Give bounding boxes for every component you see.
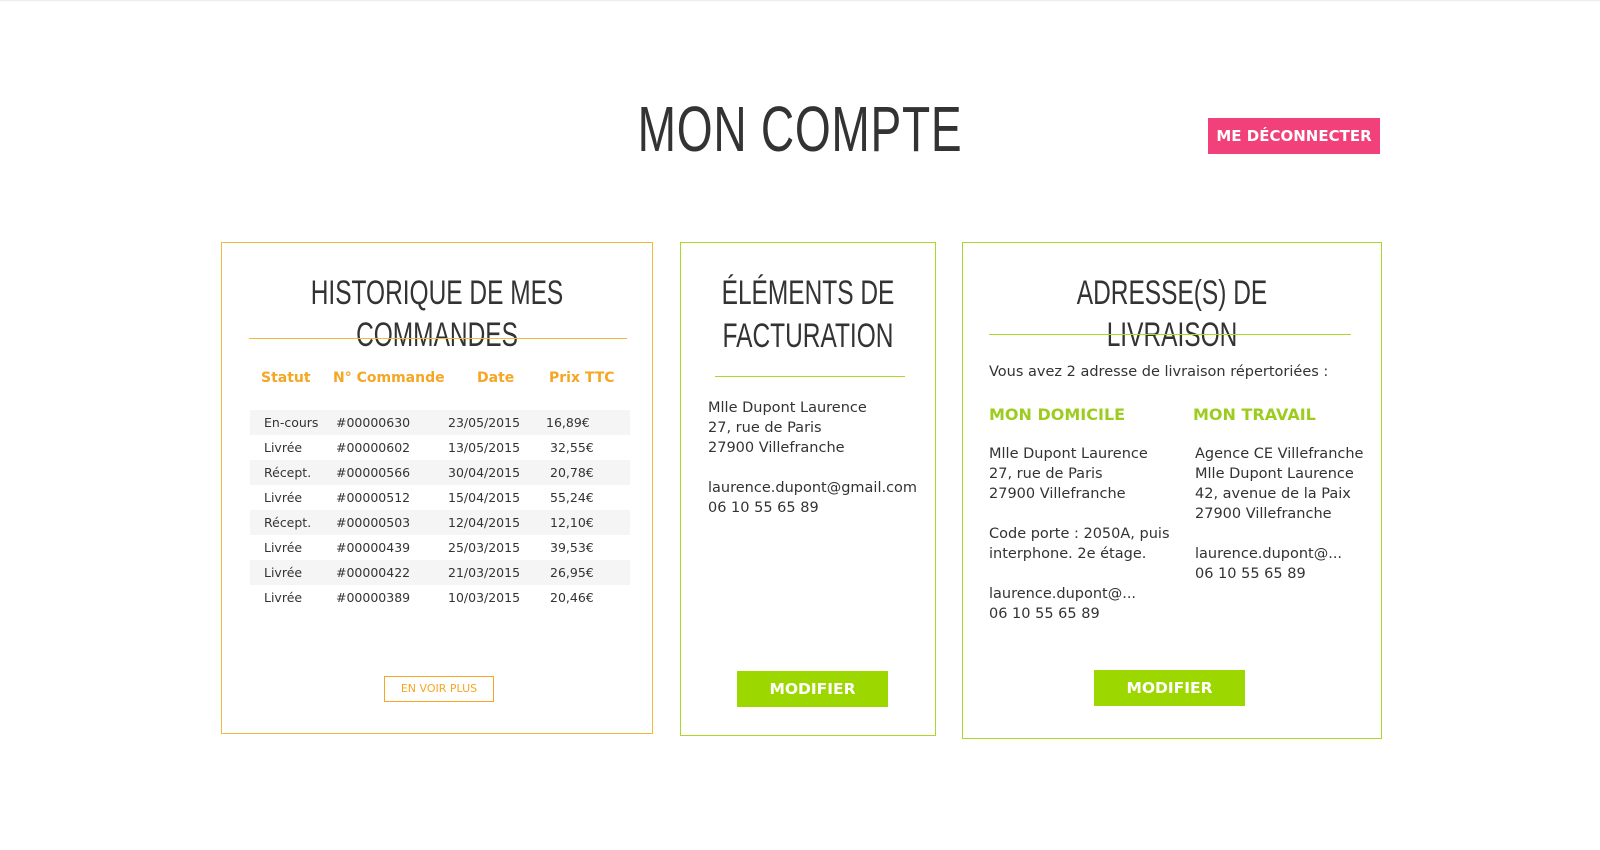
work-company: Agence CE Villefranche bbox=[1195, 446, 1364, 462]
order-row[interactable]: En-cours #00000630 23/05/2015 16,89€ bbox=[250, 410, 630, 435]
home-email: laurence.dupont@... bbox=[989, 586, 1137, 602]
order-row[interactable]: Livrée #00000512 15/04/2015 55,24€ bbox=[250, 485, 630, 510]
order-number: #00000566 bbox=[336, 460, 448, 485]
work-name: Mlle Dupont Laurence bbox=[1195, 466, 1354, 482]
order-row[interactable]: Livrée #00000422 21/03/2015 26,95€ bbox=[250, 560, 630, 585]
delivery-modify-button[interactable]: MODIFIER bbox=[1094, 670, 1245, 706]
home-phone: 06 10 55 65 89 bbox=[989, 606, 1100, 622]
order-row[interactable]: Livrée #00000439 25/03/2015 39,53€ bbox=[250, 535, 630, 560]
home-note-line2: interphone. 2e étage. bbox=[989, 546, 1147, 562]
work-email: laurence.dupont@... bbox=[1195, 546, 1343, 562]
home-street: 27, rue de Paris bbox=[989, 466, 1103, 482]
order-status: Récept. bbox=[250, 510, 336, 535]
order-status: Livrée bbox=[264, 590, 303, 605]
order-date: 12/04/2015 bbox=[448, 510, 546, 535]
order-row[interactable]: Livrée #00000389 10/03/2015 20,46€ bbox=[250, 585, 630, 610]
billing-email: laurence.dupont@gmail.com bbox=[708, 480, 918, 496]
order-price: 12,10€ bbox=[546, 510, 630, 535]
billing-name: Mlle Dupont Laurence bbox=[708, 400, 867, 416]
order-date: 10/03/2015 bbox=[448, 590, 521, 605]
order-price: 55,24€ bbox=[550, 490, 594, 505]
delivery-divider bbox=[989, 334, 1351, 335]
column-header-status: Statut bbox=[261, 370, 311, 386]
page-title: MON COMPTE bbox=[637, 93, 963, 165]
order-status: Récept. bbox=[250, 460, 336, 485]
order-number: #00000630 bbox=[336, 410, 448, 435]
order-status: Livrée bbox=[250, 560, 336, 585]
column-header-date: Date bbox=[477, 370, 515, 386]
delivery-intro: Vous avez 2 adresse de livraison réperto… bbox=[989, 364, 1329, 380]
order-number: #00000422 bbox=[336, 560, 448, 585]
order-price: 26,95€ bbox=[546, 560, 630, 585]
order-row[interactable]: Récept. #00000566 30/04/2015 20,78€ bbox=[250, 460, 630, 485]
order-price: 16,89€ bbox=[546, 410, 630, 435]
column-header-price: Prix TTC bbox=[549, 370, 615, 386]
home-address-label: MON DOMICILE bbox=[989, 405, 1126, 424]
order-status: Livrée bbox=[264, 440, 303, 455]
order-date: 25/03/2015 bbox=[448, 540, 521, 555]
billing-modify-button[interactable]: MODIFIER bbox=[737, 671, 888, 707]
billing-phone: 06 10 55 65 89 bbox=[708, 500, 819, 516]
work-phone: 06 10 55 65 89 bbox=[1195, 566, 1306, 582]
billing-title-line2: FACTURATION bbox=[722, 317, 894, 355]
billing-street: 27, rue de Paris bbox=[708, 420, 822, 436]
order-status: Livrée bbox=[264, 490, 303, 505]
order-number: #00000503 bbox=[336, 510, 448, 535]
order-number: #00000602 bbox=[336, 440, 411, 455]
order-date: 15/04/2015 bbox=[448, 490, 521, 505]
column-header-number: N° Commande bbox=[333, 370, 445, 386]
work-address-label: MON TRAVAIL bbox=[1193, 405, 1316, 424]
billing-divider bbox=[715, 376, 905, 377]
billing-title-line1: ÉLÉMENTS DE bbox=[721, 274, 895, 312]
order-history-title: HISTORIQUE DE MES COMMANDES bbox=[310, 274, 564, 354]
order-row[interactable]: Livrée #00000602 13/05/2015 32,55€ bbox=[250, 435, 630, 460]
order-date: 13/05/2015 bbox=[448, 440, 521, 455]
order-row[interactable]: Récept. #00000503 12/04/2015 12,10€ bbox=[250, 510, 630, 535]
see-more-button[interactable]: EN VOIR PLUS bbox=[384, 676, 494, 702]
order-date: 30/04/2015 bbox=[448, 460, 546, 485]
orders-table: En-cours #00000630 23/05/2015 16,89€ Liv… bbox=[250, 410, 630, 610]
home-note-line1: Code porte : 2050A, puis bbox=[989, 526, 1170, 542]
home-city: 27900 Villefranche bbox=[989, 486, 1126, 502]
order-number: #00000512 bbox=[336, 490, 411, 505]
order-date: 21/03/2015 bbox=[448, 560, 546, 585]
order-price: 20,78€ bbox=[546, 460, 630, 485]
top-divider bbox=[0, 0, 1600, 2]
billing-city: 27900 Villefranche bbox=[708, 440, 845, 456]
order-number: #00000389 bbox=[336, 590, 411, 605]
order-price: 32,55€ bbox=[550, 440, 594, 455]
order-date: 23/05/2015 bbox=[448, 410, 546, 435]
logout-button[interactable]: ME DÉCONNECTER bbox=[1208, 118, 1380, 154]
order-status: Livrée bbox=[264, 540, 303, 555]
order-status: En-cours bbox=[250, 410, 336, 435]
work-city: 27900 Villefranche bbox=[1195, 506, 1332, 522]
home-name: Mlle Dupont Laurence bbox=[989, 446, 1148, 462]
work-street: 42, avenue de la Paix bbox=[1195, 486, 1351, 502]
order-price: 20,46€ bbox=[550, 590, 594, 605]
order-price: 39,53€ bbox=[550, 540, 594, 555]
order-history-divider bbox=[249, 338, 627, 339]
order-number: #00000439 bbox=[336, 540, 411, 555]
delivery-title: ADRESSE(S) DE LIVRAISON bbox=[1076, 274, 1268, 354]
